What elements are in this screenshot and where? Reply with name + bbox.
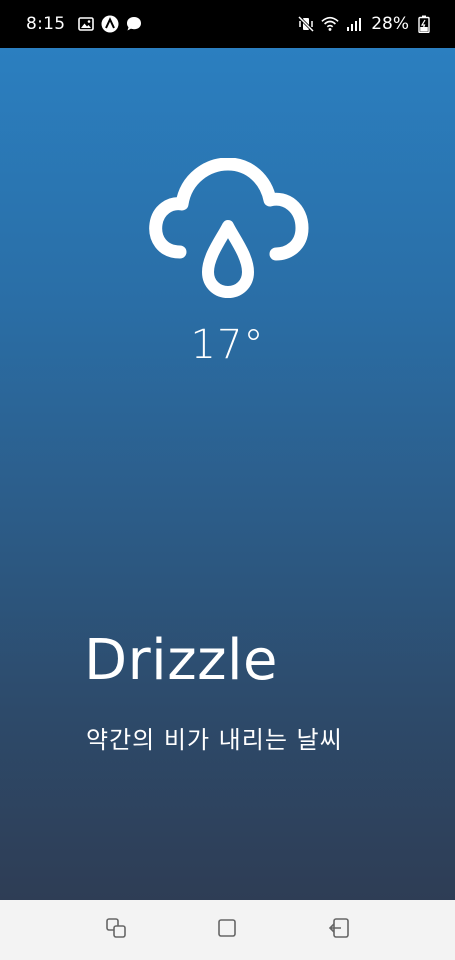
temperature: 17° — [190, 322, 265, 368]
recent-apps-icon — [105, 917, 127, 943]
battery-percent: 28% — [371, 14, 409, 34]
weather-screen: 17° Drizzle 약간의 비가 내리는 날씨 — [0, 48, 455, 900]
navigation-bar — [0, 900, 455, 960]
home-button[interactable] — [207, 910, 247, 950]
battery-charging-icon — [415, 15, 433, 33]
status-bar: 8:15 28% — [0, 0, 455, 48]
wifi-icon — [321, 15, 339, 33]
vibrate-mute-icon — [297, 15, 315, 33]
back-button[interactable] — [319, 910, 359, 950]
home-icon — [216, 917, 238, 943]
status-time: 8:15 — [26, 14, 66, 34]
weather-description: 약간의 비가 내리는 날씨 — [86, 726, 343, 754]
back-icon — [327, 917, 351, 943]
status-right: 28% — [297, 14, 433, 34]
chat-bubble-icon — [125, 15, 143, 33]
signal-icon — [345, 15, 363, 33]
weather-condition: Drizzle — [84, 628, 279, 693]
rain-cloud-icon — [146, 157, 310, 308]
gallery-icon — [77, 15, 95, 33]
recent-apps-button[interactable] — [96, 910, 136, 950]
status-left: 8:15 — [26, 14, 143, 34]
arrow-app-icon — [101, 15, 119, 33]
